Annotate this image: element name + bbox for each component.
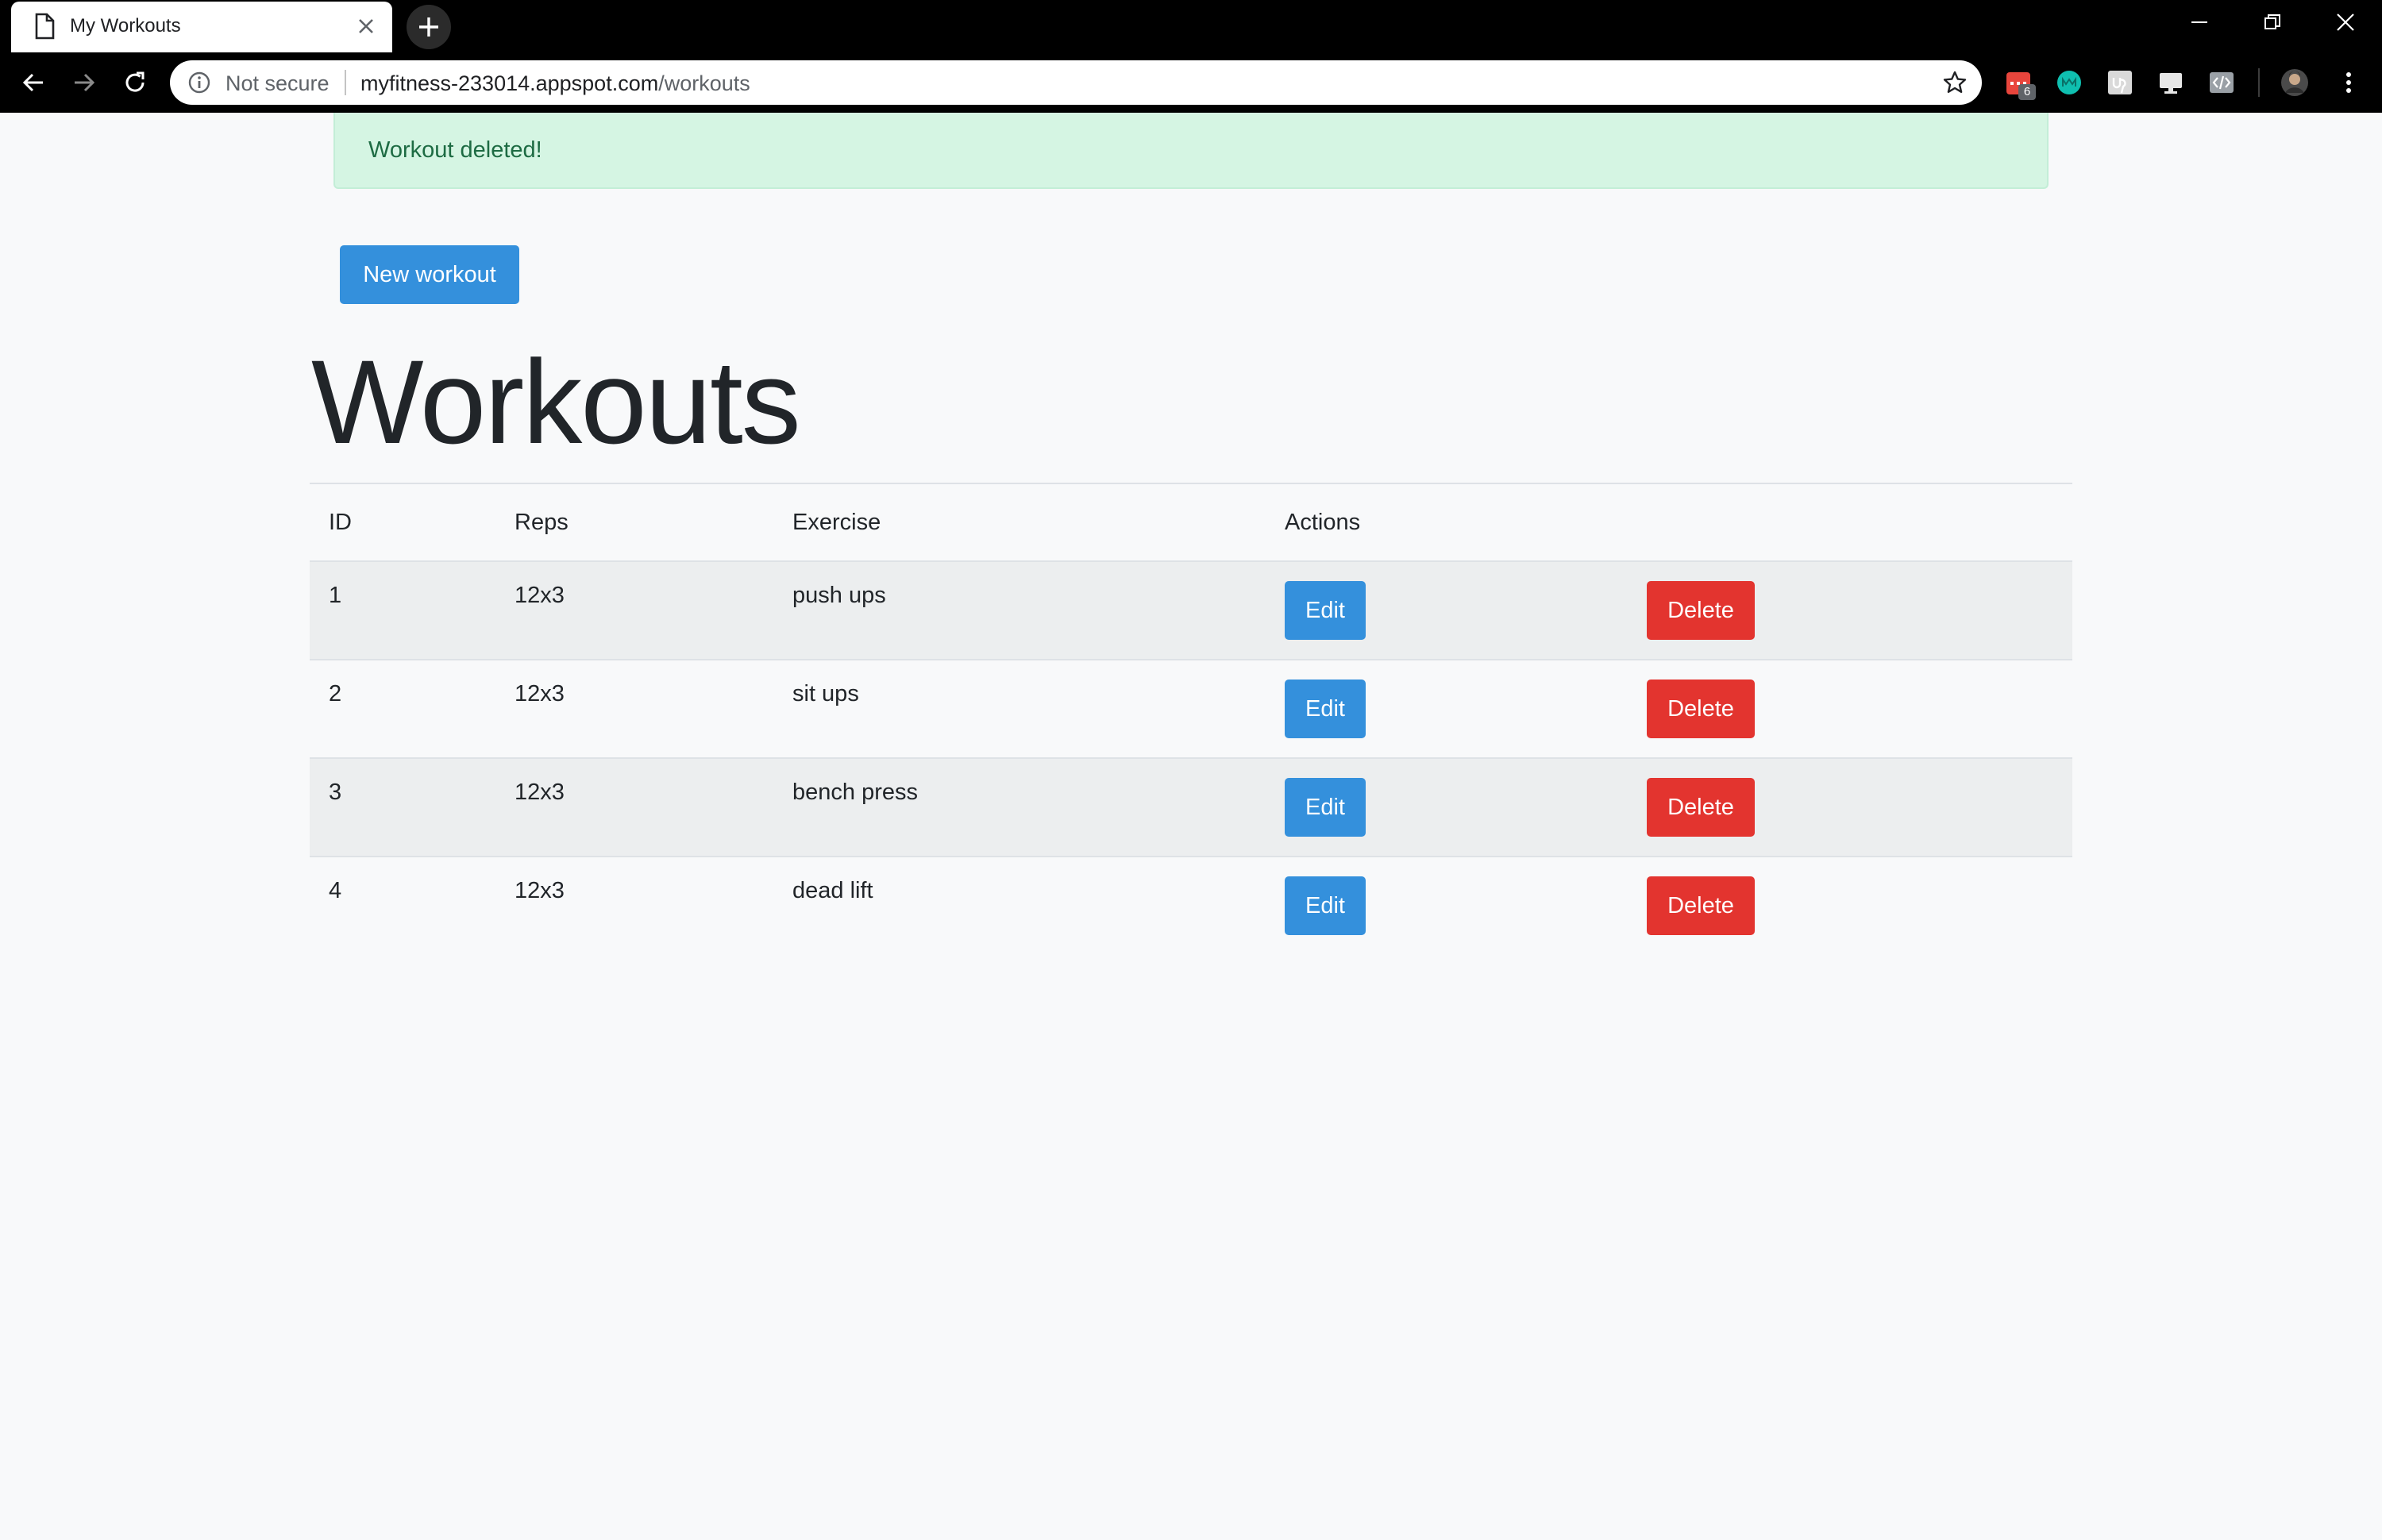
address-bar[interactable]: Not secure myfitness-233014.appspot.com/… — [170, 60, 1982, 105]
cell-id: 1 — [329, 583, 342, 608]
teal-extension-button[interactable] — [2055, 68, 2083, 97]
tab-strip: My Workouts — [0, 0, 2382, 52]
browser-tab[interactable]: My Workouts — [11, 2, 392, 52]
cell-reps: 12x3 — [515, 878, 565, 903]
new-tab-button[interactable] — [407, 5, 451, 49]
forward-arrow-icon — [75, 73, 95, 92]
restore-button[interactable] — [2236, 0, 2309, 44]
reload-button[interactable] — [116, 64, 154, 102]
toolbar-divider — [2258, 68, 2260, 97]
info-icon[interactable] — [187, 71, 211, 94]
avatar-icon — [2281, 69, 2308, 96]
header-exercise: Exercise — [792, 510, 881, 535]
success-alert: Workout deleted! — [333, 113, 2049, 189]
tab-title: My Workouts — [70, 15, 181, 37]
delete-button[interactable]: Delete — [1647, 876, 1755, 935]
close-window-button[interactable] — [2309, 0, 2382, 44]
header-id: ID — [329, 510, 352, 535]
table-header-row: ID Reps Exercise Actions — [310, 484, 2072, 560]
table-row: 4 12x3 dead lift Edit Delete — [310, 856, 2072, 954]
back-button[interactable] — [14, 64, 52, 102]
profile-avatar[interactable] — [2280, 68, 2309, 97]
cell-exercise: push ups — [792, 583, 886, 608]
url-host: myfitness-233014.appspot.com — [360, 71, 659, 95]
cell-exercise: sit ups — [792, 681, 859, 706]
edit-button[interactable]: Edit — [1285, 680, 1366, 738]
delete-button[interactable]: Delete — [1647, 680, 1755, 738]
url-path: /workouts — [658, 71, 750, 95]
restore-icon — [2264, 14, 2280, 29]
header-reps: Reps — [515, 510, 569, 535]
cell-id: 4 — [329, 878, 342, 903]
table-row: 1 12x3 push ups Edit Delete — [310, 560, 2072, 659]
cell-reps: 12x3 — [515, 583, 565, 608]
extension-badge: 6 — [2018, 84, 2036, 100]
code-extension-icon — [2210, 72, 2234, 93]
browser-menu-button[interactable] — [2334, 68, 2363, 97]
browser-toolbar: Not secure myfitness-233014.appspot.com/… — [0, 52, 2382, 113]
monitor-extension-icon — [2160, 73, 2182, 94]
cell-reps: 12x3 — [515, 681, 565, 706]
kebab-menu-icon — [2346, 72, 2351, 93]
table-row: 3 12x3 bench press Edit Delete — [310, 757, 2072, 856]
table-row: 2 12x3 sit ups Edit Delete — [310, 659, 2072, 757]
minimize-button[interactable] — [2163, 0, 2236, 44]
star-icon[interactable] — [1942, 70, 1968, 95]
close-icon[interactable] — [354, 14, 378, 38]
address-divider — [345, 70, 346, 95]
edit-button[interactable]: Edit — [1285, 581, 1366, 640]
devtools-extension-button[interactable] — [2207, 68, 2236, 97]
cell-exercise: dead lift — [792, 878, 873, 903]
cell-exercise: bench press — [792, 780, 918, 805]
url-text[interactable]: myfitness-233014.appspot.com/workouts — [360, 71, 750, 96]
page-title: Workouts — [311, 335, 801, 468]
delete-button[interactable]: Delete — [1647, 778, 1755, 837]
upwork-extension-button[interactable] — [2106, 68, 2134, 97]
page-icon — [35, 13, 55, 40]
circle-m-extension-icon — [2057, 71, 2081, 94]
delete-button[interactable]: Delete — [1647, 581, 1755, 640]
plus-icon — [419, 17, 438, 37]
close-window-icon — [2337, 13, 2354, 31]
cell-reps: 12x3 — [515, 780, 565, 805]
edit-button[interactable]: Edit — [1285, 876, 1366, 935]
screen-extension-button[interactable] — [2157, 68, 2185, 97]
back-arrow-icon — [22, 73, 43, 92]
todoist-extension-button[interactable]: 6 — [2004, 68, 2036, 100]
minimize-icon — [2191, 21, 2207, 23]
cell-id: 3 — [329, 780, 342, 805]
edit-button[interactable]: Edit — [1285, 778, 1366, 837]
cell-id: 2 — [329, 681, 342, 706]
new-workout-button[interactable]: New workout — [340, 245, 519, 304]
workouts-table: ID Reps Exercise Actions 1 12x3 push ups… — [310, 483, 2072, 954]
alert-message: Workout deleted! — [368, 137, 542, 163]
header-actions: Actions — [1285, 510, 1361, 535]
security-label: Not secure — [225, 71, 330, 95]
forward-button[interactable] — [65, 64, 103, 102]
reload-icon — [125, 71, 145, 92]
up-extension-icon — [2108, 71, 2132, 94]
